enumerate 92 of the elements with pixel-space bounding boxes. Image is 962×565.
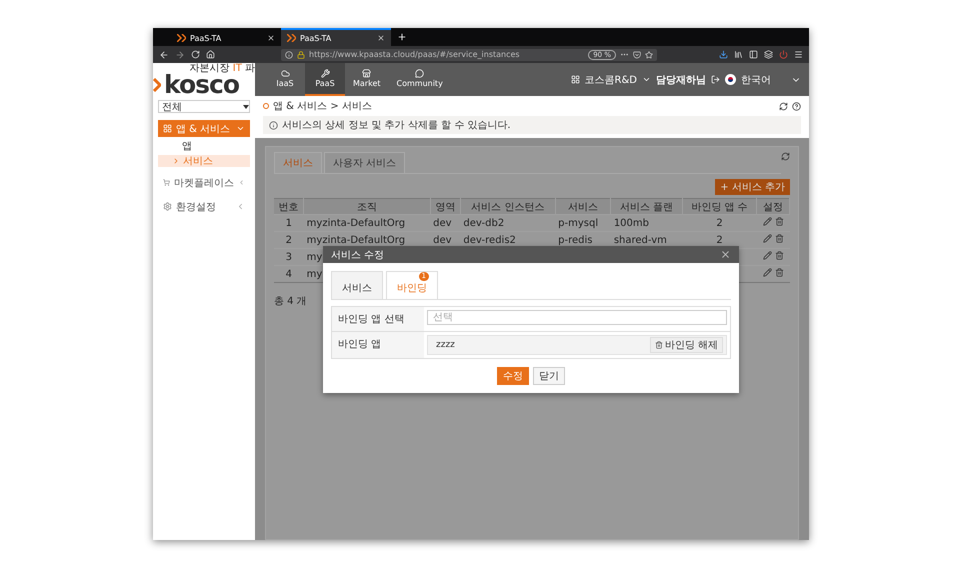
logout-icon[interactable]: [711, 75, 720, 84]
edit-icon[interactable]: [762, 251, 772, 260]
nav-tab[interactable]: Community: [388, 63, 451, 96]
close-icon[interactable]: [377, 34, 385, 42]
sidebar-icon[interactable]: [749, 50, 758, 59]
app-name: zzzz: [436, 340, 456, 350]
column-header: 번호: [274, 198, 304, 214]
column-header: 서비스: [555, 198, 611, 214]
menu-icon: [163, 178, 170, 187]
field-label: 바인딩 앱: [332, 332, 424, 358]
column-header: 영역: [430, 198, 460, 214]
nav-tab[interactable]: Market: [345, 63, 388, 96]
table-cell: 2: [274, 232, 304, 248]
unbind-button[interactable]: 바인딩 해제: [650, 337, 723, 353]
extension-icon[interactable]: [764, 50, 773, 59]
chevron-icon[interactable]: [642, 75, 651, 84]
close-icon[interactable]: [267, 34, 275, 42]
forward-icon[interactable]: [175, 50, 185, 60]
table-cell: 1: [274, 214, 304, 232]
star-icon[interactable]: [645, 50, 653, 58]
nav-tab[interactable]: PaaS: [305, 63, 345, 96]
delete-icon[interactable]: [774, 234, 784, 243]
chevron-icon: [236, 202, 245, 211]
select-field[interactable]: 전체: [158, 100, 250, 113]
column-header: 바인딩 앱 수: [682, 198, 757, 214]
chevron-icon: [238, 178, 245, 187]
logo-tagline: 자본시장 IT 파: [190, 63, 255, 74]
breadcrumb: 앱 & 서비스 > 서비스: [273, 100, 373, 113]
caret-icon: [243, 104, 249, 108]
pocket-icon[interactable]: [633, 50, 641, 58]
column-header: 서비스 플랜: [610, 198, 682, 214]
app-select-field[interactable]: 선택: [427, 310, 727, 325]
nav-icon: [362, 69, 372, 78]
logo-icon: [287, 34, 296, 42]
table-cell: 3: [274, 248, 304, 266]
grid-icon[interactable]: [570, 75, 580, 84]
table-cell: myzinta-DefaultOrg: [304, 214, 430, 232]
delete-icon[interactable]: [774, 251, 784, 260]
delete-icon: [654, 341, 663, 349]
home-icon[interactable]: [206, 50, 215, 59]
nav-icon: [415, 69, 424, 78]
chevron-icon: [172, 157, 180, 165]
total-count: 총 4 개: [274, 295, 307, 308]
column-header: 조직: [304, 198, 430, 214]
chevron-icon: [236, 124, 245, 133]
reload-icon[interactable]: [191, 50, 200, 59]
back-icon[interactable]: [159, 50, 169, 60]
delete-icon[interactable]: [774, 268, 784, 277]
menu-icon[interactable]: [794, 50, 803, 59]
delete-icon[interactable]: [774, 217, 784, 226]
logo-text: kosco: [163, 74, 240, 96]
dialog-tab[interactable]: 서비스: [331, 271, 383, 299]
edit-icon[interactable]: [762, 268, 772, 277]
nav-icon: [280, 69, 290, 78]
browser-tab[interactable]: PaaS-TA: [281, 28, 391, 46]
refresh-icon[interactable]: [779, 102, 788, 110]
table-cell: dev-db2: [460, 214, 556, 232]
menu-icon: [163, 124, 172, 133]
column-header: 서비스 인스턴스: [460, 198, 556, 214]
table-cell: 4: [274, 266, 304, 282]
dialog-button[interactable]: 닫기: [533, 367, 565, 385]
edit-icon[interactable]: [762, 217, 772, 226]
chevron-logo-icon: [153, 78, 161, 92]
library-icon[interactable]: [734, 50, 743, 59]
download-icon[interactable]: [719, 50, 728, 59]
lock-icon: [297, 50, 305, 58]
table-cell: dev: [430, 214, 460, 232]
logo-icon: [177, 34, 186, 42]
flag-icon: [725, 74, 736, 85]
tab[interactable]: 사용자 서비스: [324, 152, 406, 173]
nav-tab[interactable]: IaaS: [265, 63, 305, 96]
table-cell: 100mb: [610, 214, 682, 232]
edit-icon[interactable]: [762, 234, 772, 243]
nav-icon: [320, 69, 330, 78]
info-icon: [269, 120, 278, 130]
sidebar-subitem[interactable]: 앱: [158, 140, 250, 152]
column-header: 설정: [756, 198, 790, 214]
org-name[interactable]: 코스콤R&D: [584, 72, 637, 86]
dialog-title: 서비스 수정: [331, 248, 384, 262]
table-cell: p-mysql: [555, 214, 611, 232]
info-icon: [285, 50, 293, 58]
language-selector[interactable]: 한국어: [741, 72, 771, 86]
bullet-icon: [263, 103, 269, 109]
menu-icon: [163, 202, 172, 211]
info-text: 서비스의 상세 정보 및 추가 삭제를 할 수 있습니다.: [282, 119, 511, 132]
user-name[interactable]: 담당재하님: [656, 72, 706, 86]
new-tab-icon[interactable]: [397, 32, 407, 42]
browser-tab[interactable]: PaaS-TA: [171, 28, 281, 46]
help-icon[interactable]: [792, 102, 801, 110]
field-label: 바인딩 앱 선택: [332, 307, 424, 331]
add-service-button[interactable]: + 서비스 추가: [715, 179, 790, 195]
table-cell: 2: [682, 214, 757, 232]
